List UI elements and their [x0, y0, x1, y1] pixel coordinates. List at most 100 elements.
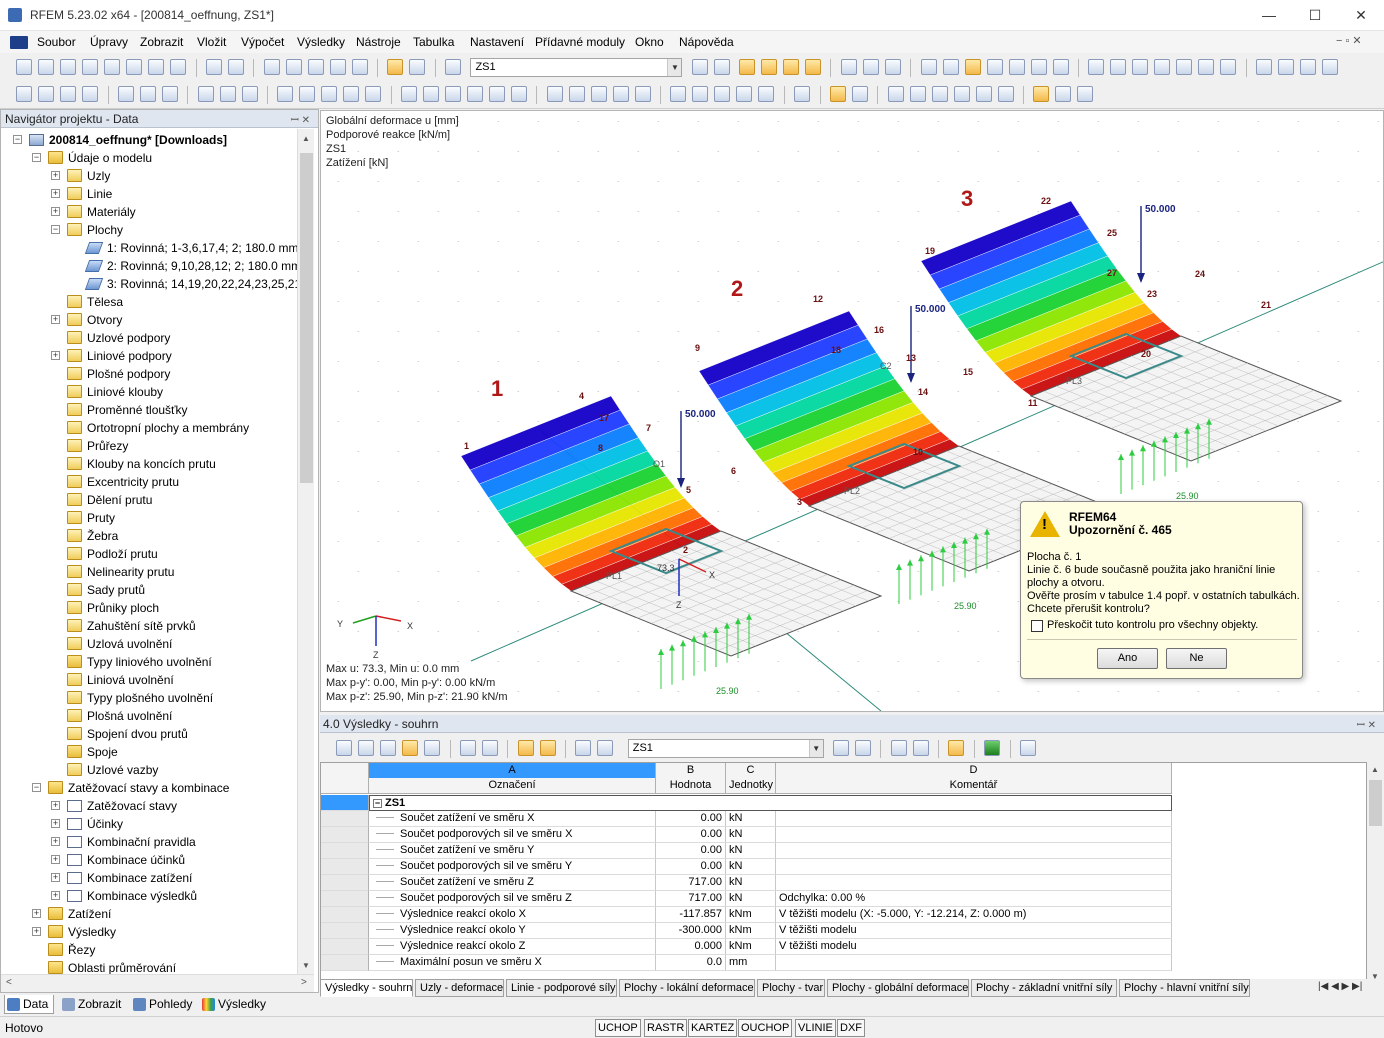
expand-icon[interactable]: + — [51, 315, 60, 324]
table-edit-icon[interactable] — [336, 740, 353, 756]
zoom-all-icon[interactable] — [612, 86, 629, 102]
mdi-controls[interactable]: − ▫ ✕ — [1336, 34, 1362, 47]
tab-pohledy[interactable]: Pohledy — [131, 995, 192, 1014]
tree-item[interactable]: Plošná uvolnění — [1, 707, 297, 725]
tree-item[interactable]: + Materiály — [1, 203, 297, 221]
tree-item[interactable]: Liniová uvolnění — [1, 671, 297, 689]
table-cols-icon[interactable] — [575, 740, 592, 756]
select-icon[interactable] — [546, 86, 563, 102]
scale-icon[interactable] — [862, 59, 879, 75]
polyline-icon[interactable] — [60, 86, 77, 102]
tree-item[interactable]: Tělesa — [1, 293, 297, 311]
results-pin[interactable]: ꟷ ✕ — [1357, 717, 1376, 731]
transparent-icon[interactable] — [467, 86, 484, 102]
results-tab[interactable]: Plochy - globální deformace — [827, 979, 969, 997]
table-prev-icon[interactable] — [460, 740, 477, 756]
minimize-button[interactable]: — — [1246, 0, 1292, 30]
tree-item[interactable]: + Liniové podpory — [1, 347, 297, 365]
tree-item[interactable]: Žebra — [1, 527, 297, 545]
table-color-icon[interactable] — [424, 740, 441, 756]
rename-icon[interactable] — [1198, 59, 1215, 75]
collapse-icon[interactable]: − — [51, 225, 60, 234]
scroll-thumb[interactable] — [1369, 780, 1382, 826]
tab-zobrazit[interactable]: Zobrazit — [60, 995, 121, 1014]
redo-icon[interactable] — [228, 59, 245, 75]
tree-item[interactable]: − Zatěžovací stavy a kombinace — [1, 779, 297, 797]
loadcase-icon[interactable] — [445, 59, 462, 75]
table-select-icon[interactable] — [517, 740, 534, 756]
menu-vypocet[interactable]: Výpočet — [241, 35, 284, 49]
tree-item[interactable]: + Otvory — [1, 311, 297, 329]
axis-z-icon[interactable] — [714, 86, 731, 102]
prev-icon[interactable] — [691, 59, 708, 75]
triangle-icon[interactable] — [1132, 59, 1149, 75]
tree-item[interactable]: − 200814_oeffnung* [Downloads] — [1, 131, 297, 149]
tree-item[interactable]: Spoje — [1, 743, 297, 761]
tree-item[interactable]: Nelinearity prutu — [1, 563, 297, 581]
collapse-icon[interactable]: − — [373, 799, 382, 808]
results-prev-icon[interactable] — [833, 740, 850, 756]
show-results-icon[interactable] — [739, 59, 756, 75]
chevron-down-icon[interactable]: ▼ — [667, 59, 682, 76]
chevron-down-icon[interactable]: ▼ — [808, 740, 823, 757]
mirror-icon[interactable] — [1030, 59, 1047, 75]
view-all-icon[interactable] — [365, 86, 382, 102]
open-icon[interactable] — [38, 59, 55, 75]
tree-item[interactable]: − Plochy — [1, 221, 297, 239]
tree-item[interactable]: Klouby na koncích prutu — [1, 455, 297, 473]
filter-icon[interactable] — [489, 86, 506, 102]
results-scrollbar[interactable]: ▲ ▼ — [1367, 762, 1384, 986]
expand-icon[interactable]: + — [51, 189, 60, 198]
navigator-pin[interactable]: ꟷ ✕ — [291, 112, 310, 126]
maximize-button[interactable]: ☐ — [1292, 0, 1338, 30]
pdf-icon[interactable] — [1299, 59, 1316, 75]
panel-icon[interactable] — [1033, 86, 1050, 102]
calc-icon[interactable] — [307, 59, 324, 75]
menu-vlozit[interactable]: Vložit — [197, 35, 226, 49]
tree-item[interactable]: Typy liniového uvolnění — [1, 653, 297, 671]
undo-icon[interactable] — [206, 59, 223, 75]
tree-item[interactable]: Proměnné tloušťky — [1, 401, 297, 419]
expand-icon[interactable]: + — [51, 873, 60, 882]
measure-icon[interactable] — [1052, 59, 1069, 75]
results-tab[interactable]: Plochy - hlavní vnitřní síly — [1119, 979, 1250, 997]
line-icon[interactable] — [38, 86, 55, 102]
print-icon[interactable] — [126, 59, 143, 75]
menu-tabulka[interactable]: Tabulka — [413, 35, 454, 49]
table-view-icon[interactable] — [402, 740, 419, 756]
tree-item[interactable]: + Kombinace účinků — [1, 851, 297, 869]
tree-item[interactable]: Podloží prutu — [1, 545, 297, 563]
scroll-up-icon[interactable]: ▲ — [1371, 765, 1379, 774]
scroll-down-icon[interactable]: ▼ — [302, 961, 310, 970]
collapse-icon[interactable]: − — [13, 135, 22, 144]
dxf-toggle[interactable]: DXF — [837, 1019, 865, 1037]
object-snap-toggle[interactable]: OUCHOP — [738, 1019, 793, 1037]
menu-okno[interactable]: Okno — [635, 35, 664, 49]
tree-item[interactable]: Průniky ploch — [1, 599, 297, 617]
dxf-icon[interactable] — [1321, 59, 1338, 75]
save-all-icon[interactable] — [82, 59, 99, 75]
section-icon[interactable] — [884, 59, 901, 75]
results-display-icon[interactable] — [948, 740, 965, 756]
check-icon[interactable] — [329, 59, 346, 75]
guide-icon[interactable] — [241, 86, 258, 102]
tree-item[interactable]: Oblasti průměrování — [1, 959, 297, 974]
zoom-icon[interactable] — [590, 86, 607, 102]
tree-item[interactable]: Dělení prutu — [1, 491, 297, 509]
section-cut-icon[interactable] — [197, 86, 214, 102]
expand-icon[interactable]: + — [51, 837, 60, 846]
scroll-right-icon[interactable]: > — [301, 977, 307, 988]
member-icon[interactable] — [82, 86, 99, 102]
tree-item[interactable]: + Uzly — [1, 167, 297, 185]
table-relation-icon[interactable] — [539, 740, 556, 756]
tree-item[interactable]: Sady prutů — [1, 581, 297, 599]
expand-icon[interactable]: + — [51, 891, 60, 900]
grid-icon[interactable] — [920, 59, 937, 75]
delete-icon[interactable] — [1154, 59, 1171, 75]
import-icon[interactable] — [1277, 59, 1294, 75]
expand-icon[interactable]: + — [51, 207, 60, 216]
new-icon[interactable] — [16, 59, 33, 75]
tree-item[interactable]: − Údaje o modelu — [1, 149, 297, 167]
results-icon[interactable] — [351, 59, 368, 75]
divide-icon[interactable] — [1110, 59, 1127, 75]
